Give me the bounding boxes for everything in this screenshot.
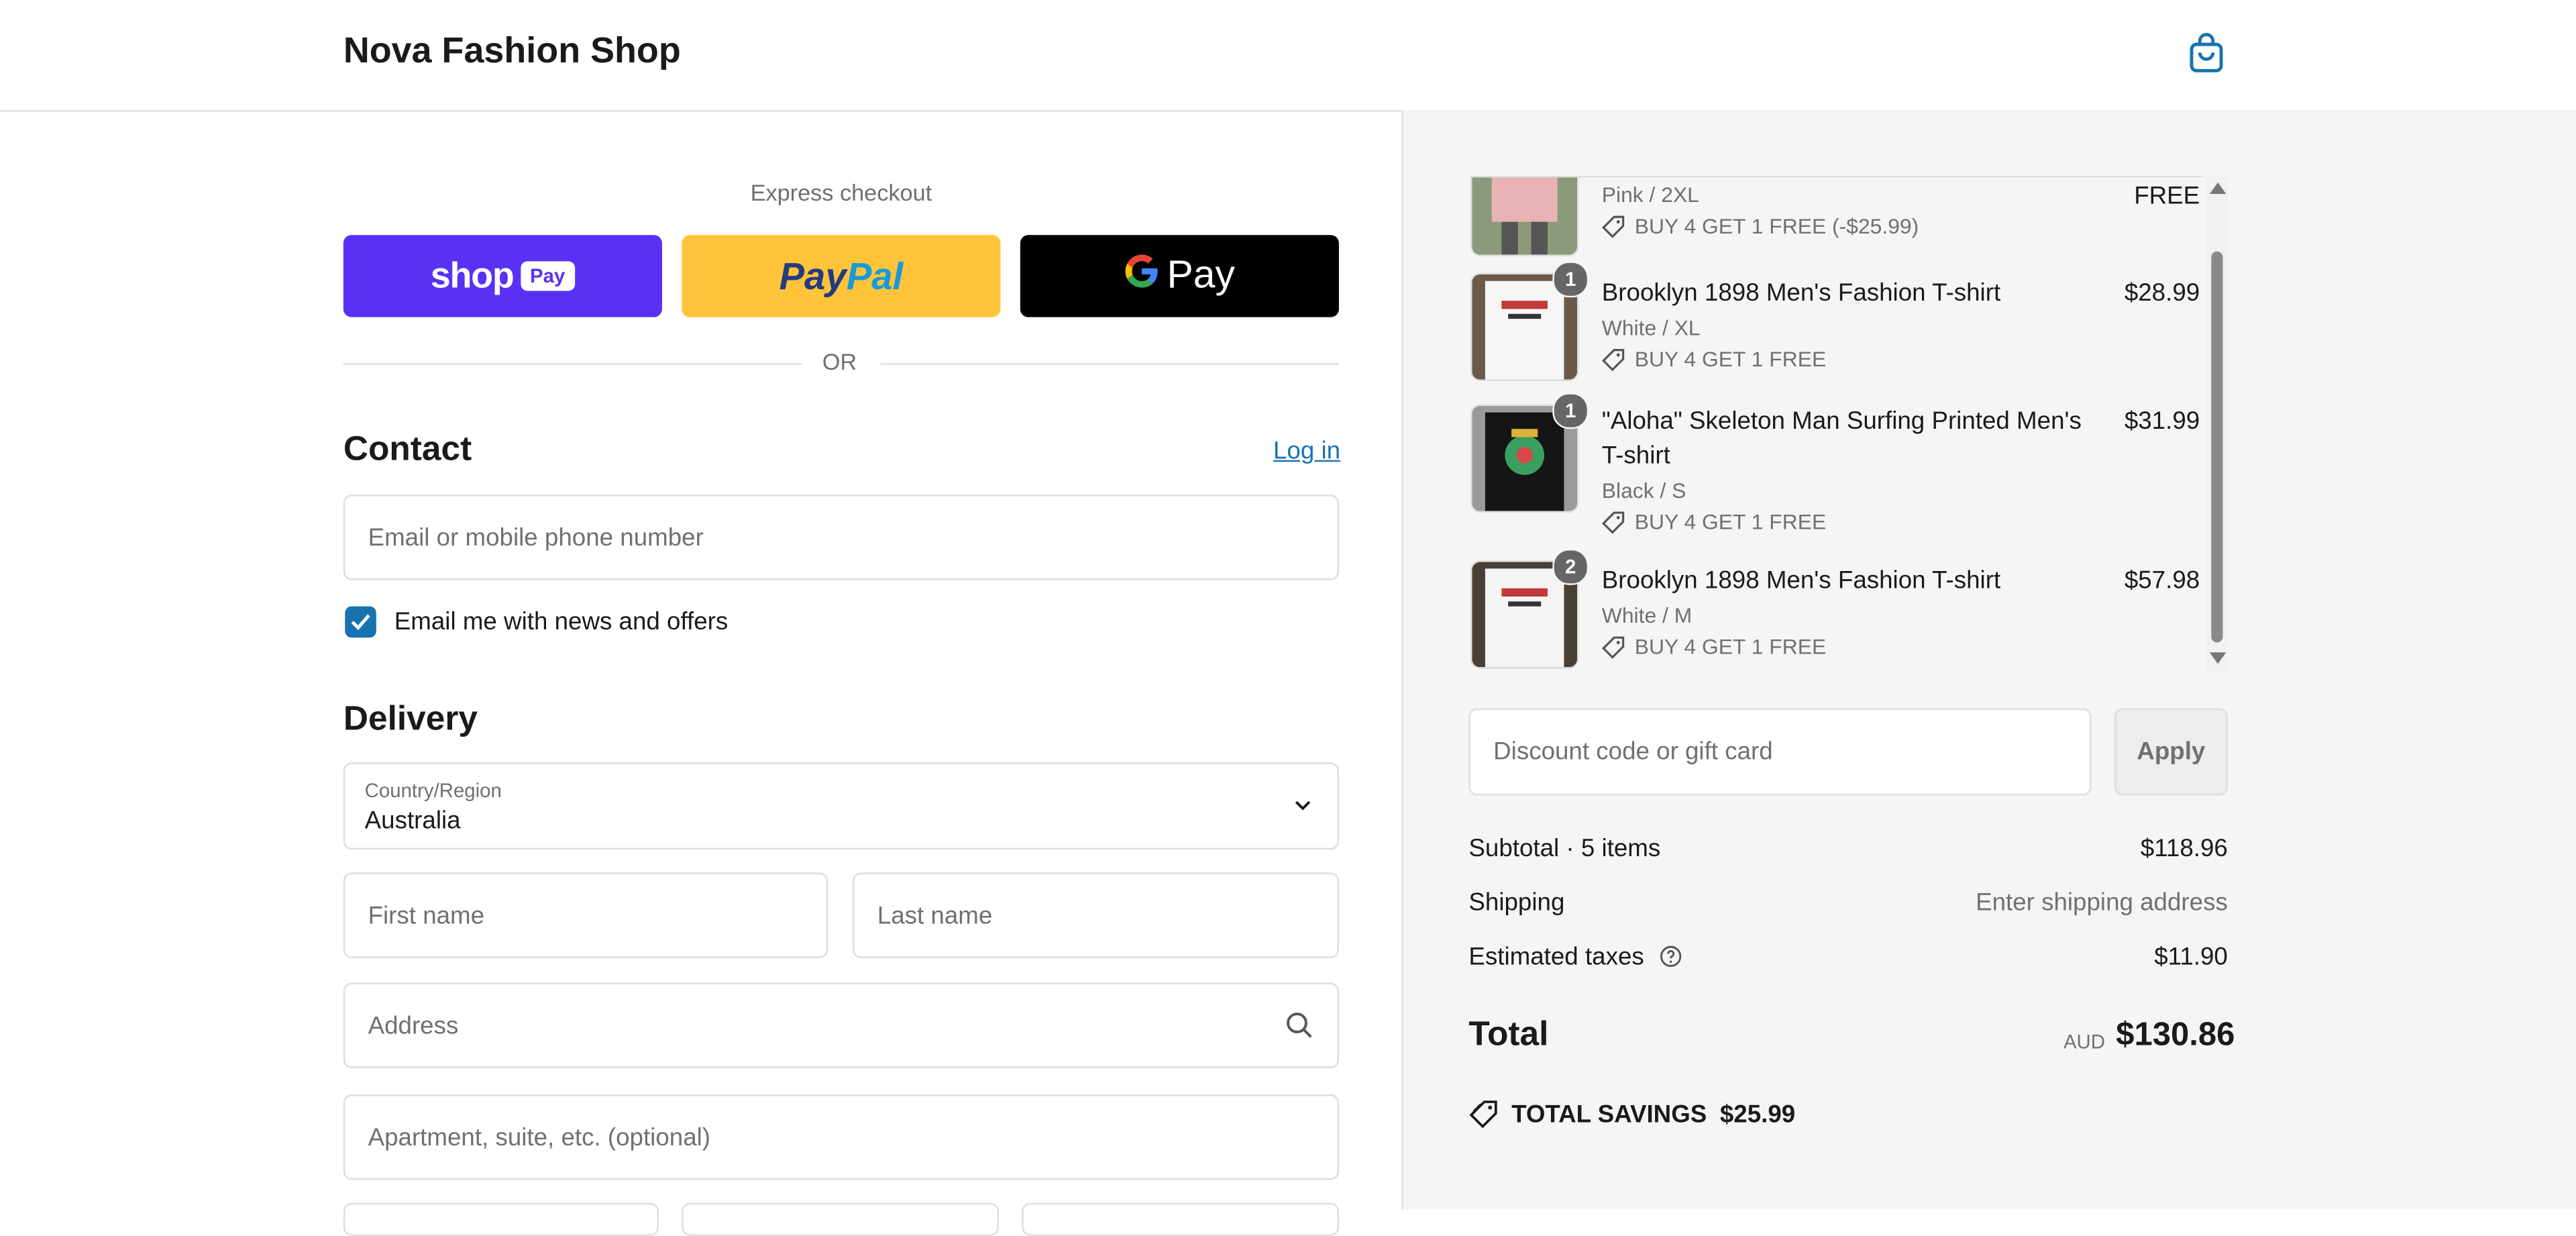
taxes-value: $11.90 <box>2154 943 2228 972</box>
savings-tag-icon <box>1469 1100 1497 1129</box>
first-name-field[interactable] <box>364 899 807 931</box>
or-divider-left <box>343 363 802 365</box>
quantity-badge: 2 <box>1552 548 1589 585</box>
item-promo-text: BUY 4 GET 1 FREE (-$25.99) <box>1634 213 1919 239</box>
shipping-row: Shipping Enter shipping address <box>1468 889 2227 917</box>
item-promo: BUY 4 GET 1 FREE <box>1601 634 1827 660</box>
discount-tag-icon <box>1601 215 1625 238</box>
email-field[interactable] <box>364 521 1318 554</box>
item-price: FREE <box>2134 182 2200 211</box>
login-link[interactable]: Log in <box>1273 437 1340 465</box>
apartment-field[interactable] <box>364 1121 1318 1153</box>
discount-tag-icon <box>1601 635 1625 658</box>
total-savings: TOTAL SAVINGS $25.99 <box>1468 1099 1795 1129</box>
taxes-row: Estimated taxes $11.90 <box>1468 943 2227 972</box>
first-name-field-wrapper <box>343 872 828 958</box>
email-field-wrapper <box>343 495 1339 580</box>
or-label: OR <box>822 348 857 375</box>
item-list-scrollbar[interactable] <box>2206 176 2228 672</box>
quantity-badge: 1 <box>1552 393 1589 429</box>
scroll-thumb[interactable] <box>2211 251 2223 643</box>
shop-pay-pill: Pay <box>520 261 576 291</box>
apply-discount-button[interactable]: Apply <box>2114 708 2228 796</box>
or-divider-right <box>880 363 1339 365</box>
item-variant: Pink / 2XL <box>1601 182 1699 207</box>
discount-tag-icon <box>1601 511 1625 533</box>
item-promo: BUY 4 GET 1 FREE (-$25.99) <box>1601 213 1919 239</box>
product-thumbnail-pink-shirt <box>1470 177 1579 257</box>
search-icon[interactable] <box>1285 1011 1314 1040</box>
item-variant: White / XL <box>1601 315 1701 340</box>
item-promo-text: BUY 4 GET 1 FREE <box>1634 509 1827 534</box>
checkmark-icon <box>351 614 370 631</box>
newsletter-label[interactable]: Email me with news and offers <box>394 608 729 636</box>
shop-pay-button[interactable]: shop Pay <box>343 235 662 317</box>
discount-field-wrapper <box>1468 708 2092 796</box>
chevron-down-icon <box>1295 801 1311 811</box>
item-variant: White / M <box>1601 603 1693 628</box>
total-label: Total <box>1468 1015 1549 1053</box>
discount-tag-icon <box>1601 348 1625 371</box>
shopping-bag-icon[interactable] <box>2187 32 2226 74</box>
contact-title: Contact <box>343 430 472 468</box>
shop-name[interactable]: Nova Fashion Shop <box>343 30 681 72</box>
taxes-label: Estimated taxes <box>1468 943 1644 972</box>
country-select[interactable]: Country/Region Australia <box>343 762 1339 850</box>
item-name: Brooklyn 1898 Men's Fashion T-shirt <box>1601 279 2001 307</box>
newsletter-checkbox[interactable] <box>345 606 376 638</box>
shop-pay-wordmark: shop <box>430 254 515 296</box>
postcode-field-partial[interactable] <box>1022 1202 1339 1236</box>
paypal-button[interactable]: Pay Pal <box>682 235 1001 317</box>
last-name-field[interactable] <box>873 899 1318 931</box>
shipping-label: Shipping <box>1468 888 1565 917</box>
state-field-partial[interactable] <box>682 1202 999 1236</box>
help-icon[interactable] <box>1659 945 1682 968</box>
google-pay-button[interactable]: Pay <box>1020 235 1339 317</box>
google-g-icon <box>1124 252 1161 300</box>
item-promo: BUY 4 GET 1 FREE <box>1601 346 1827 372</box>
country-select-value: Australia <box>364 807 461 835</box>
country-select-label: Country/Region <box>364 778 502 803</box>
google-pay-wordmark: Pay <box>1167 253 1235 298</box>
order-item-list[interactable]: Pink / 2XL BUY 4 GET 1 FREE (-$25.99) FR… <box>1470 176 2204 674</box>
item-promo-text: BUY 4 GET 1 FREE <box>1634 634 1827 660</box>
item-name: Brooklyn 1898 Men's Fashion T-shirt <box>1601 566 2001 595</box>
total-value: $130.86 <box>2116 1017 2235 1053</box>
item-price: $57.98 <box>2124 566 2200 595</box>
delivery-title: Delivery <box>343 700 478 738</box>
paypal-wordmark-pay: Pay <box>779 254 847 297</box>
shipping-value: Enter shipping address <box>1976 888 2228 917</box>
subtotal-value: $118.96 <box>2140 835 2228 863</box>
express-checkout-title: Express checkout <box>750 178 932 206</box>
subtotal-row: Subtotal · 5 items $118.96 <box>1468 835 2227 863</box>
quantity-badge: 1 <box>1552 261 1589 298</box>
last-name-field-wrapper <box>853 872 1339 958</box>
item-variant: Black / S <box>1601 478 1686 503</box>
paypal-wordmark-pal: Pal <box>846 254 904 297</box>
scroll-up-arrow-icon[interactable] <box>2209 182 2226 194</box>
header: Nova Fashion Shop <box>0 0 2576 112</box>
item-promo: BUY 4 GET 1 FREE <box>1601 509 1827 534</box>
item-price: $31.99 <box>2124 407 2200 435</box>
item-promo-text: BUY 4 GET 1 FREE <box>1634 346 1827 372</box>
total-currency: AUD <box>2063 1030 2106 1053</box>
address-field-wrapper <box>343 982 1339 1068</box>
discount-code-input[interactable] <box>1490 736 2070 768</box>
city-field-partial[interactable] <box>343 1202 659 1236</box>
item-price: $28.99 <box>2124 279 2200 307</box>
scroll-down-arrow-icon[interactable] <box>2209 652 2226 664</box>
subtotal-label: Subtotal · 5 items <box>1468 835 1661 863</box>
apartment-field-wrapper <box>343 1094 1339 1180</box>
savings-label: TOTAL SAVINGS <box>1511 1100 1707 1129</box>
item-name: "Aloha" Skeleton Man Surfing Printed Men… <box>1601 407 2082 470</box>
address-field[interactable] <box>364 1009 1318 1041</box>
savings-value: $25.99 <box>1719 1100 1796 1129</box>
